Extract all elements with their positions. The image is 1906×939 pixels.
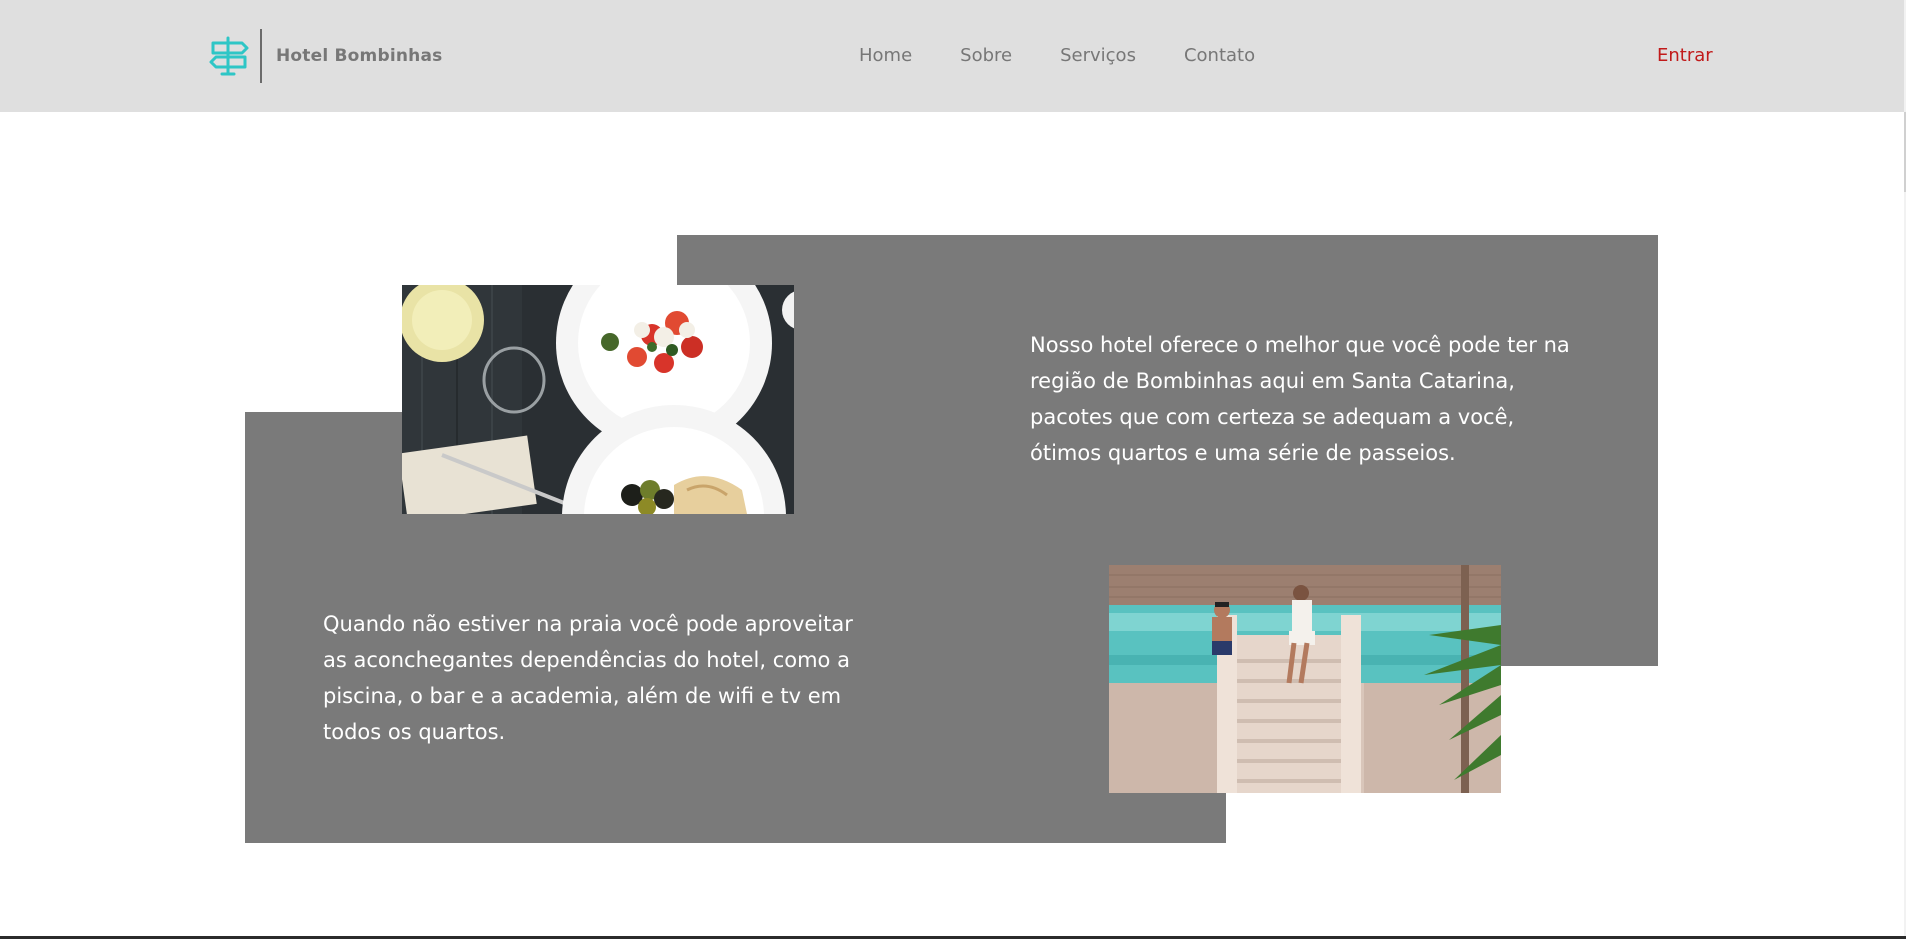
login-link[interactable]: Entrar (1657, 45, 1713, 66)
brand-logo[interactable]: Hotel Bombinhas (208, 29, 442, 83)
restaurant-dishes-photo (402, 285, 794, 514)
logo-divider (260, 29, 262, 83)
feature-text-services: Nosso hotel oferece o melhor que você po… (1030, 333, 1570, 465)
feature-text-amenities: Quando não estiver na praia você pode ap… (323, 612, 853, 744)
site-header: Hotel Bombinhas Home Sobre Serviços Cont… (0, 0, 1906, 112)
signpost-icon (209, 36, 249, 76)
pool-couple-photo (1109, 565, 1501, 793)
nav-link-sobre[interactable]: Sobre (960, 45, 1012, 66)
main-nav: Home Sobre Serviços Contato (859, 45, 1255, 66)
page: Hotel Bombinhas Home Sobre Serviços Cont… (0, 0, 1906, 939)
nav-link-home[interactable]: Home (859, 45, 912, 66)
brand-name: Hotel Bombinhas (276, 46, 443, 66)
nav-link-contato[interactable]: Contato (1184, 45, 1255, 66)
nav-link-servicos[interactable]: Serviços (1060, 45, 1136, 66)
